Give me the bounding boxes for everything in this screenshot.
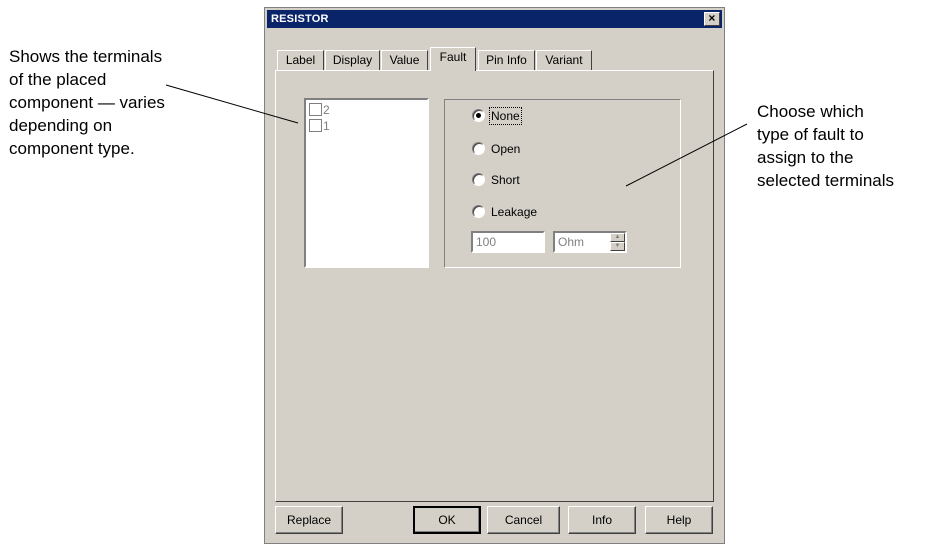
tab-pin-info[interactable]: Pin Info [478, 50, 535, 70]
replace-button[interactable]: Replace [275, 506, 343, 534]
spin-up-icon[interactable]: ▲ [610, 233, 625, 242]
callout-line: depending on [9, 116, 113, 135]
tab-value[interactable]: Value [381, 50, 428, 70]
terminal-list[interactable]: 2 1 [304, 98, 429, 268]
callout-line: assign to the [757, 148, 854, 167]
radio-icon [472, 173, 485, 186]
unit-label: Ohm [558, 235, 585, 249]
terminal-item[interactable]: 1 [309, 119, 330, 135]
tab-variant[interactable]: Variant [536, 50, 592, 70]
radio-selected-icon [472, 109, 485, 122]
cancel-button[interactable]: Cancel [487, 506, 560, 534]
fault-type-group: None Open Short Leakage 100 Ohm ▲ ▼ [444, 99, 681, 268]
radio-leakage[interactable]: Leakage [472, 204, 537, 222]
terminals-callout: Shows the terminals of the placed compon… [9, 45, 224, 160]
tab-display[interactable]: Display [325, 50, 380, 70]
title-bar[interactable]: RESISTOR × [267, 10, 722, 28]
leakage-unit-spinner[interactable]: Ohm ▲ ▼ [553, 231, 627, 253]
close-button[interactable]: × [704, 12, 720, 26]
radio-icon [472, 205, 485, 218]
callout-line: type of fault to [757, 125, 864, 144]
dialog-title: RESISTOR [271, 13, 329, 25]
radio-open[interactable]: Open [472, 141, 520, 159]
leakage-value-input[interactable]: 100 [471, 231, 545, 253]
callout-line: Choose which [757, 102, 864, 121]
fault-callout: Choose which type of fault to assign to … [757, 100, 933, 192]
callout-line: of the placed [9, 70, 107, 89]
callout-line: component — varies [9, 93, 165, 112]
callout-line: Shows the terminals [9, 47, 163, 66]
callout-line: component type. [9, 139, 135, 158]
checkbox-icon[interactable] [309, 103, 322, 116]
callout-line: selected terminals [757, 171, 895, 190]
resistor-dialog: RESISTOR × Label Display Value Fault Pin… [264, 7, 725, 544]
close-icon: × [708, 11, 716, 25]
radio-none[interactable]: None [472, 107, 522, 126]
spin-down-icon[interactable]: ▼ [610, 242, 625, 251]
radio-short[interactable]: Short [472, 172, 520, 190]
tab-fault[interactable]: Fault [430, 47, 476, 71]
fault-tab-panel: 2 1 None Open Short Leakage 100 Ohm ▲ ▼ [275, 70, 714, 502]
tab-label[interactable]: Label [277, 50, 324, 70]
help-button[interactable]: Help [645, 506, 713, 534]
info-button[interactable]: Info [568, 506, 636, 534]
terminal-item[interactable]: 2 [309, 103, 330, 119]
checkbox-icon[interactable] [309, 119, 322, 132]
radio-icon [472, 142, 485, 155]
ok-button[interactable]: OK [413, 506, 481, 534]
